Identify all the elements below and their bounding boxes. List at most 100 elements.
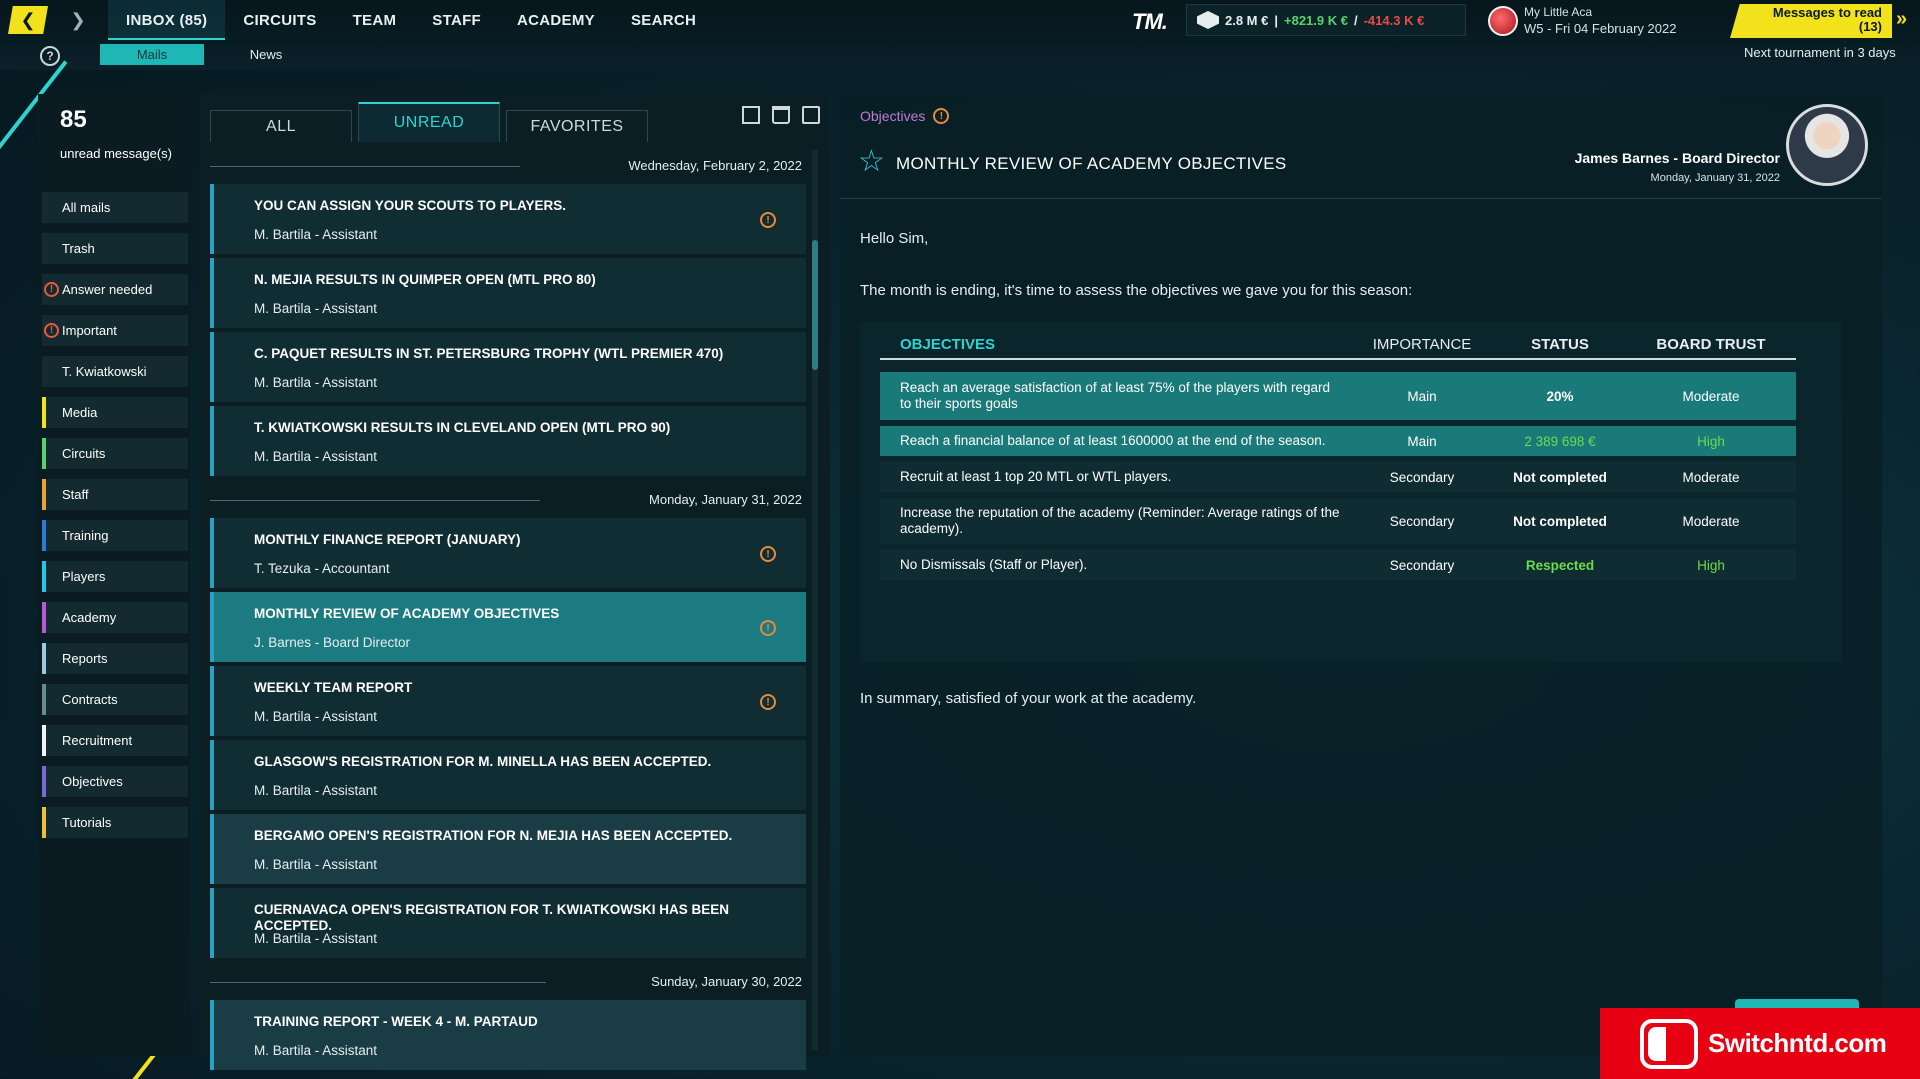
category-color-bar (42, 479, 46, 510)
important-icon: ! (760, 212, 776, 228)
mail-subject: TRAINING REPORT - WEEK 4 - M. PARTAUD (254, 1014, 538, 1029)
sidebar-item-academy[interactable]: Academy (42, 602, 188, 633)
mail-subject: GLASGOW'S REGISTRATION FOR M. MINELLA HA… (254, 754, 712, 769)
message-detail: Objectives ! ☆ MONTHLY REVIEW OF ACADEMY… (840, 94, 1882, 1056)
sidebar-item-all-mails[interactable]: All mails (42, 192, 188, 223)
back-arrow-icon[interactable]: ❮ (8, 6, 48, 34)
sidebar-item-answer-needed[interactable]: ! Answer needed (42, 274, 188, 305)
brand-logo: TM. (1132, 9, 1168, 34)
switch-logo-icon (1640, 1018, 1698, 1069)
header-objectives: OBJECTIVES (900, 336, 996, 353)
tab-staff[interactable]: STAFF (414, 0, 499, 40)
mark-read-envelope-icon[interactable] (802, 106, 820, 124)
sidebar-item-training[interactable]: Training (42, 520, 188, 551)
favorite-star-icon[interactable]: ☆ (858, 144, 885, 179)
unread-count: 85 (60, 106, 87, 133)
sidebar-item-t-kwiatkowski[interactable]: T. Kwiatkowski (42, 356, 188, 387)
forward-arrow-icon[interactable]: ❯ (58, 6, 98, 34)
club-logo-icon[interactable] (1488, 6, 1518, 36)
sidebar-item-contracts[interactable]: Contracts (42, 684, 188, 715)
sidebar-item-recruitment[interactable]: Recruitment (42, 725, 188, 756)
tab-circuits[interactable]: CIRCUITS (225, 0, 334, 40)
help-icon[interactable]: ? (40, 46, 60, 66)
tab-favorites[interactable]: FAVORITES (506, 110, 648, 142)
objective-board-trust: Moderate (1682, 513, 1740, 529)
divider (210, 166, 520, 167)
mail-subject: BERGAMO OPEN'S REGISTRATION FOR N. MEJIA… (254, 828, 733, 843)
mail-sender: M. Bartila - Assistant (254, 375, 378, 390)
mail-item[interactable]: MONTHLY FINANCE REPORT (JANUARY) T. Tezuk… (210, 518, 806, 588)
sidebar-item-players[interactable]: Players (42, 561, 188, 592)
objective-importance: Secondary (1389, 469, 1455, 485)
objective-importance: Main (1407, 433, 1437, 449)
divider (210, 500, 540, 501)
list-toolbar (742, 106, 820, 124)
breadcrumb: Objectives ! (860, 108, 950, 124)
tab-team[interactable]: TEAM (335, 0, 415, 40)
top-bar: ❮ ❯ INBOX (85) CIRCUITS TEAM STAFF ACADE… (0, 0, 1920, 70)
date-separator: Wednesday, February 2, 2022 (210, 146, 806, 184)
sidebar-item-tutorials[interactable]: Tutorials (42, 807, 188, 838)
subtab-mails[interactable]: Mails (100, 44, 204, 65)
mail-item[interactable]: WEEKLY TEAM REPORT M. Bartila - Assistant… (210, 666, 806, 736)
mail-sender: M. Bartila - Assistant (254, 857, 378, 872)
objective-board-trust: Moderate (1682, 388, 1740, 404)
mail-item[interactable]: CUERNAVACA OPEN'S REGISTRATION FOR T. KW… (210, 888, 806, 958)
message-title: MONTHLY REVIEW OF ACADEMY OBJECTIVES (896, 154, 1287, 173)
sidebar-item-media[interactable]: Media (42, 397, 188, 428)
mail-sender: M. Bartila - Assistant (254, 931, 378, 946)
mail-subject: T. KWIATKOWSKI RESULTS IN CLEVELAND OPEN… (254, 420, 671, 435)
category-color-bar (42, 684, 46, 715)
trash-icon[interactable] (772, 106, 790, 124)
sidebar-item-label: Players (62, 569, 106, 584)
tab-search[interactable]: SEARCH (613, 0, 714, 40)
watermark: Switchntd.com (1600, 1008, 1920, 1079)
tab-unread[interactable]: UNREAD (358, 102, 500, 142)
select-all-checkbox-icon[interactable] (742, 106, 760, 124)
objective-importance: Secondary (1389, 557, 1455, 573)
sidebar-item-important[interactable]: ! Important (42, 315, 188, 346)
mail-item[interactable]: BERGAMO OPEN'S REGISTRATION FOR N. MEJIA… (210, 814, 806, 884)
mail-item[interactable]: MONTHLY REVIEW OF ACADEMY OBJECTIVES J. B… (210, 592, 806, 662)
date-separator: Monday, January 31, 2022 (210, 480, 806, 518)
messages-to-read-label: Messages to read (1772, 5, 1882, 20)
mail-item[interactable]: T. KWIATKOWSKI RESULTS IN CLEVELAND OPEN… (210, 406, 806, 476)
sidebar-item-label: Reports (62, 651, 108, 666)
balance-value: 2.8 M € (1225, 12, 1269, 28)
mail-item[interactable]: C. PAQUET RESULTS IN ST. PETERSBURG TROP… (210, 332, 806, 402)
category-color-bar (42, 725, 46, 756)
objective-status: 20% (1546, 388, 1574, 404)
sidebar-item-label: Answer needed (62, 282, 153, 297)
tab-academy[interactable]: ACADEMY (499, 0, 613, 40)
subtab-news[interactable]: News (214, 44, 318, 65)
sidebar-item-staff[interactable]: Staff (42, 479, 188, 510)
tab-inbox[interactable]: INBOX (85) (108, 0, 226, 40)
sidebar-item-reports[interactable]: Reports (42, 643, 188, 674)
mail-item[interactable]: N. MEJIA RESULTS IN QUIMPER OPEN (MTL PR… (210, 258, 806, 328)
header-board-trust: BOARD TRUST (1656, 336, 1766, 353)
category-color-bar (42, 520, 46, 551)
sidebar-item-label: T. Kwiatkowski (62, 364, 147, 379)
sidebar-item-label: Recruitment (62, 733, 133, 748)
mail-item[interactable]: YOU CAN ASSIGN YOUR SCOUTS TO PLAYERS. M.… (210, 184, 806, 254)
main-tabs: INBOX (85) CIRCUITS TEAM STAFF ACADEMY S… (108, 0, 714, 40)
mail-sidebar: 85 unread message(s) All mails Trash! Answ… (38, 94, 190, 1056)
mail-list-scrollbar[interactable] (812, 150, 818, 1050)
scrollbar-thumb[interactable] (812, 240, 818, 370)
objective-importance: Secondary (1389, 513, 1455, 529)
mail-item[interactable]: TRAINING REPORT - WEEK 4 - M. PARTAUD M. … (210, 1000, 806, 1070)
mail-list-panel: ALL UNREAD FAVORITES Wednesday, February… (200, 94, 830, 1070)
sidebar-item-objectives[interactable]: Objectives (42, 766, 188, 797)
sidebar-item-label: Important (62, 323, 117, 338)
sidebar-item-trash[interactable]: Trash (42, 233, 188, 264)
breadcrumb-objectives[interactable]: Objectives (860, 108, 925, 124)
tab-all[interactable]: ALL (210, 110, 352, 142)
mail-item[interactable]: GLASGOW'S REGISTRATION FOR M. MINELLA HA… (210, 740, 806, 810)
mail-sender: M. Bartila - Assistant (254, 709, 378, 724)
double-chevron-icon[interactable]: » (1896, 8, 1907, 31)
messages-to-read-button[interactable]: Messages to read (13) (1730, 4, 1892, 38)
sidebar-item-circuits[interactable]: Circuits (42, 438, 188, 469)
finance-summary[interactable]: 2.8 M € | +821.9 K € / -414.3 K € (1186, 4, 1466, 36)
separator: | (1274, 12, 1278, 28)
objective-row: Increase the reputation of the academy (… (880, 498, 1796, 544)
